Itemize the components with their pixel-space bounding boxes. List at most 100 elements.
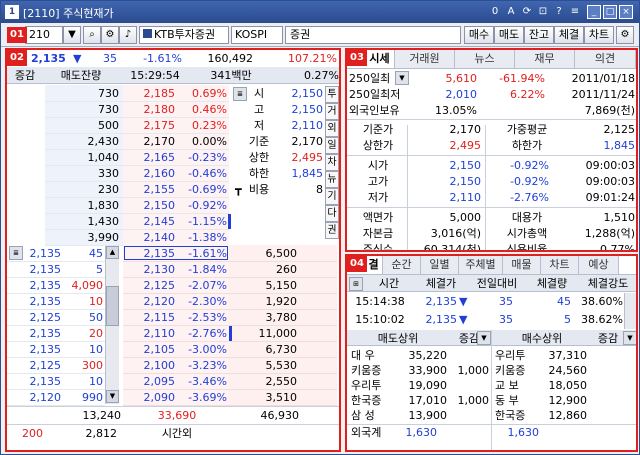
ask-price[interactable]: 2,165 bbox=[125, 150, 176, 165]
misc-value2: 1,288(억) bbox=[584, 227, 635, 240]
ask-price[interactable]: 2,175 bbox=[125, 118, 176, 133]
side-button[interactable]: 다 bbox=[325, 205, 339, 222]
bid-price[interactable]: 2,100 bbox=[125, 358, 176, 373]
side-button[interactable]: 뉴 bbox=[325, 171, 339, 188]
ask-qty: 3,990 bbox=[87, 231, 120, 244]
side-button[interactable]: 기 bbox=[325, 188, 339, 205]
tab-6[interactable]: 예상 bbox=[579, 256, 619, 274]
link-icon[interactable]: ⊡ bbox=[536, 5, 550, 19]
bid-price[interactable]: 2,090 bbox=[125, 390, 176, 405]
chart-button[interactable]: 차트 bbox=[584, 26, 614, 44]
fills-button[interactable]: 체결 bbox=[554, 26, 584, 44]
tab-3[interactable]: 재무 bbox=[515, 50, 575, 68]
options-gear-icon[interactable]: ⚙ bbox=[616, 26, 634, 44]
scroll-up-icon[interactable]: ▲ bbox=[106, 246, 119, 259]
scroll-down-icon[interactable]: ▼ bbox=[106, 390, 119, 403]
tab-3[interactable]: 주체별 bbox=[459, 256, 503, 274]
app-icon: 1 bbox=[5, 5, 19, 19]
tab-2[interactable]: 일별 bbox=[421, 256, 459, 274]
tab-0[interactable]: 시세 bbox=[365, 50, 395, 68]
high-pct: -61.94% bbox=[499, 72, 545, 85]
buy-qty: 18,050 bbox=[548, 379, 588, 392]
buy-broker: 우리투 bbox=[495, 349, 526, 362]
sell-qty: 33,900 bbox=[408, 364, 448, 377]
ask-price[interactable]: 2,150 bbox=[125, 198, 176, 213]
bell-icon[interactable]: ♪ bbox=[119, 26, 137, 44]
ticks-panel: 04 결 순간 일별 주체별 매물 차트 예상 ⊞ 시간 체결가 전일대비 체결량 체결강도 15:14… bbox=[345, 254, 638, 452]
tab-1[interactable]: 순간 bbox=[383, 256, 421, 274]
ask-pct: -0.46% bbox=[188, 167, 227, 180]
trades-list-icon[interactable]: ≣ bbox=[9, 246, 23, 260]
settings-icon[interactable]: ≡ bbox=[568, 5, 582, 19]
trade-qty: 20 bbox=[89, 327, 103, 340]
region-badge-02: 02 bbox=[7, 50, 27, 66]
buy-broker: 한국증 bbox=[495, 409, 526, 422]
scroll-thumb[interactable] bbox=[106, 286, 119, 326]
tab-0[interactable]: 결 bbox=[365, 256, 383, 274]
bid-price[interactable]: 2,095 bbox=[125, 374, 176, 389]
misc-label: 주식수 bbox=[362, 243, 394, 252]
bid-qty: 11,000 bbox=[258, 327, 298, 340]
tab-5[interactable]: 차트 bbox=[541, 256, 579, 274]
side-button[interactable]: 투 bbox=[325, 86, 339, 103]
buy-qty: 12,860 bbox=[548, 409, 588, 422]
info-value: 2,150 bbox=[291, 103, 324, 116]
balance-button[interactable]: 잔고 bbox=[524, 26, 554, 44]
stock-code-input[interactable]: 210 bbox=[25, 26, 63, 44]
order-icon[interactable]: 0 bbox=[488, 5, 502, 19]
bid-price[interactable]: 2,110 bbox=[125, 326, 176, 341]
ask-price[interactable]: 2,160 bbox=[125, 166, 176, 181]
side-button[interactable]: 일 bbox=[325, 137, 339, 154]
close-button[interactable]: × bbox=[619, 5, 633, 19]
tab-underline bbox=[347, 68, 636, 69]
broker-field[interactable]: KTB투자증권 bbox=[139, 26, 229, 44]
tab-4[interactable]: 매물 bbox=[503, 256, 541, 274]
buy-button[interactable]: 매수 bbox=[464, 26, 494, 44]
ask-price[interactable]: 2,180 bbox=[125, 102, 176, 117]
maximize-button[interactable]: □ bbox=[603, 5, 617, 19]
side-button[interactable]: 거 bbox=[325, 103, 339, 120]
bid-pct: -3.46% bbox=[188, 375, 227, 388]
code-dropdown-icon[interactable]: ▼ bbox=[63, 26, 81, 44]
gear-icon[interactable]: ⚙ bbox=[101, 26, 119, 44]
buy-dropdown-icon[interactable]: ▼ bbox=[623, 331, 636, 345]
ask-price[interactable]: 2,170 bbox=[125, 134, 176, 149]
sell-dropdown-icon[interactable]: ▼ bbox=[477, 331, 491, 345]
trades-scrollbar[interactable]: ▲ ▼ bbox=[105, 246, 119, 404]
side-button[interactable]: 외 bbox=[325, 120, 339, 137]
ticks-list-icon[interactable]: ⊞ bbox=[349, 277, 363, 291]
side-button[interactable]: 권 bbox=[325, 222, 339, 239]
bid-pct: -2.30% bbox=[188, 295, 227, 308]
trade-price: 2,135 bbox=[29, 279, 62, 292]
bid-pct: -1.84% bbox=[188, 263, 227, 276]
ask-price[interactable]: 2,145 bbox=[125, 214, 176, 229]
trade-qty: 10 bbox=[89, 375, 103, 388]
ask-price[interactable]: 2,140 bbox=[125, 230, 176, 245]
font-icon[interactable]: A bbox=[504, 5, 518, 19]
tab-1[interactable]: 거래원 bbox=[395, 50, 455, 68]
sell-qty: 35,220 bbox=[408, 349, 448, 362]
bid-price[interactable]: 2,105 bbox=[125, 342, 176, 357]
help-icon[interactable]: ? bbox=[552, 5, 566, 19]
ask-price[interactable]: 2,185 bbox=[125, 86, 176, 101]
bid-price[interactable]: 2,115 bbox=[125, 310, 176, 325]
current-price: 2,135 bbox=[31, 52, 66, 65]
ohl-time: 09:00:03 bbox=[585, 175, 635, 188]
trade-price: 2,135 bbox=[29, 295, 62, 308]
search-icon[interactable]: ⌕ bbox=[83, 26, 101, 44]
tab-2[interactable]: 뉴스 bbox=[455, 50, 515, 68]
sell-button[interactable]: 매도 bbox=[494, 26, 524, 44]
bid-price[interactable]: 2,125 bbox=[125, 278, 176, 293]
tab-4[interactable]: 의견 bbox=[575, 50, 636, 68]
sync-icon[interactable]: ⟳ bbox=[520, 5, 534, 19]
side-button[interactable]: 차 bbox=[325, 154, 339, 171]
period-dropdown-icon[interactable]: ▼ bbox=[395, 71, 409, 85]
ask-price[interactable]: 2,155 bbox=[125, 182, 176, 197]
tick-time: 15:14:38 bbox=[355, 295, 405, 308]
minimize-button[interactable]: _ bbox=[587, 5, 601, 19]
ticks-scrollbar[interactable] bbox=[624, 293, 636, 329]
bid-price[interactable]: 2,120 bbox=[125, 294, 176, 309]
bid-price[interactable]: 2,135 bbox=[125, 246, 176, 261]
ohl-label: 고가 bbox=[367, 175, 389, 188]
bid-price[interactable]: 2,130 bbox=[125, 262, 176, 277]
